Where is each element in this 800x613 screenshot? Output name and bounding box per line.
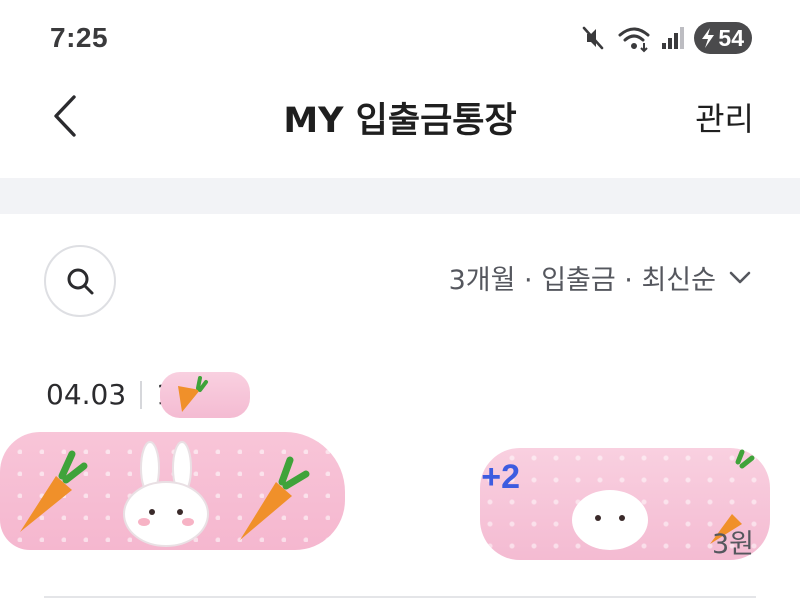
chevron-down-icon [729,271,751,283]
carrot-sticker [20,450,88,532]
redaction-sticker [0,432,345,550]
filter-dropdown[interactable]: 3개월 · 입출금 · 최신순 [449,258,752,297]
wifi-icon [616,23,652,53]
transaction-date: 04.03 [46,378,127,411]
transaction-date-row: 04.03 1 [46,378,174,411]
manage-button[interactable]: 관리 [695,94,754,140]
nav-bar: MY 입출금통장 관리 [0,76,800,156]
mute-icon [578,23,608,53]
search-button[interactable] [44,245,116,317]
carrot-sticker [240,456,310,540]
battery-icon: 54 [694,22,752,54]
status-time: 7:25 [50,22,109,53]
transaction-balance: 3원 [711,529,754,560]
battery-level: 54 [718,24,744,51]
section-divider [0,178,800,214]
status-icons: 54 [578,20,752,56]
transaction-amount: +2 [481,458,520,496]
filter-label: 3개월 · 입출금 · 최신순 [448,265,716,296]
date-separator [140,380,143,409]
search-icon [67,268,94,295]
page-title: MY 입출금통장 [283,101,517,141]
bunny-sticker [572,490,648,550]
app-screen: 7:25 54 MY 입출금통장 관리 3개월 · 입출금 · 최신순 04.0… [0,0,800,613]
status-bar: 7:25 54 [0,0,800,76]
list-divider [44,596,756,598]
redaction-sticker [160,372,250,418]
signal-icon [660,23,686,53]
carrot-sticker [178,376,208,412]
bunny-sticker [123,441,209,547]
